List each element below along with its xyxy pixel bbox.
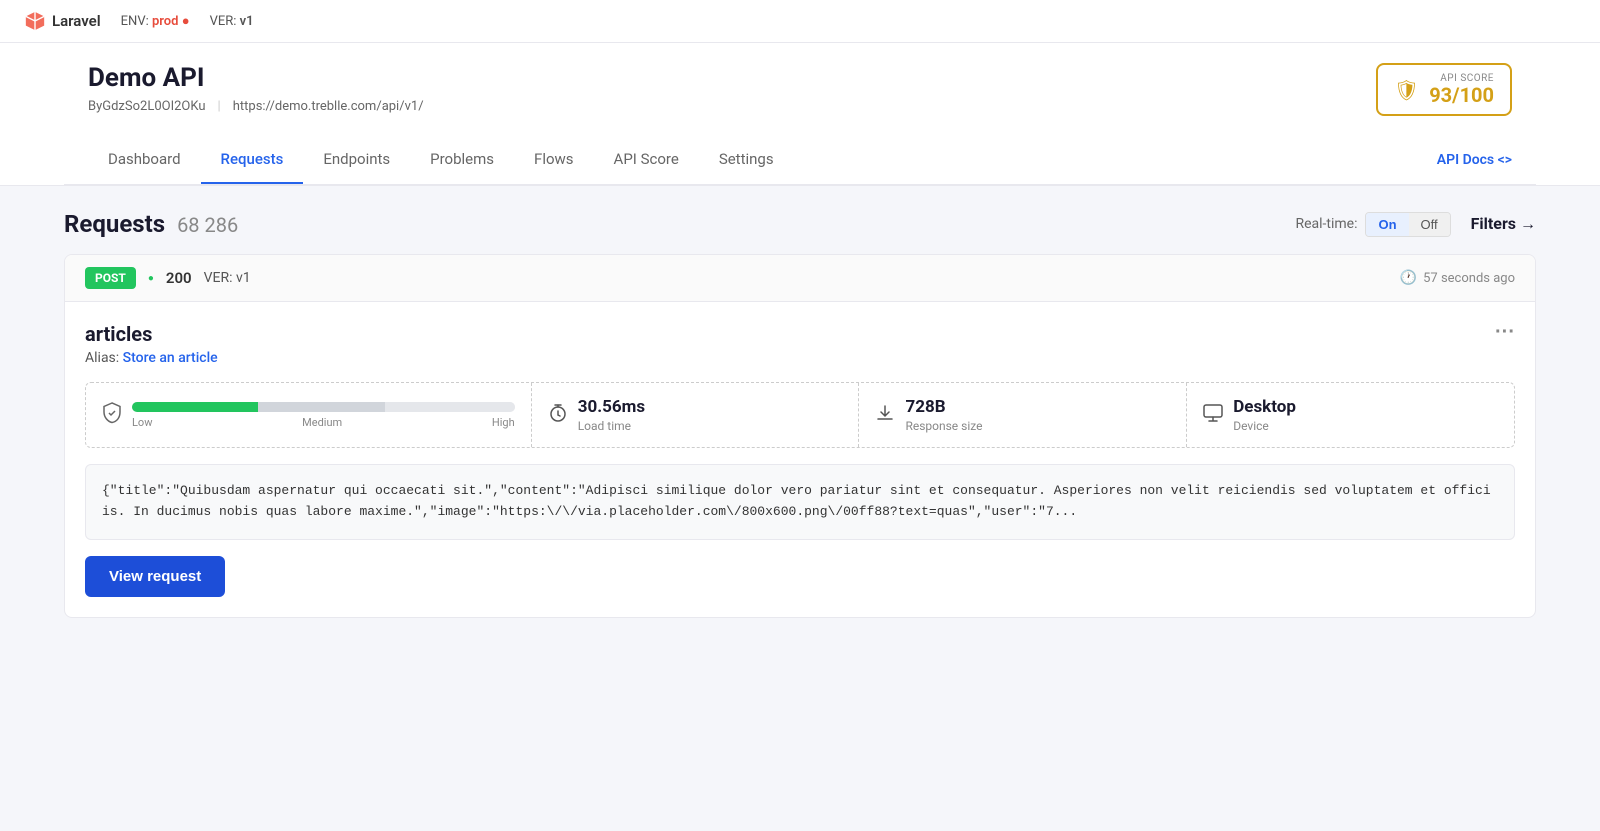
bar-mid xyxy=(258,402,384,412)
api-score-badge: 🛡 API SCORE 93/100 xyxy=(1376,63,1512,116)
load-time-metric: 30.56ms Load time xyxy=(532,383,860,447)
logo-text: Laravel xyxy=(52,12,101,30)
time-ago-text: 57 seconds ago xyxy=(1423,271,1515,286)
score-shield-icon: 🛡 xyxy=(1394,78,1419,102)
bar-labels: Low Medium High xyxy=(132,416,515,429)
request-header-left: POST ● 200 VER: v1 xyxy=(85,267,251,289)
download-icon xyxy=(875,403,895,428)
status-code: 200 xyxy=(166,269,192,287)
tab-flows[interactable]: Flows xyxy=(514,136,594,184)
request-card-header: POST ● 200 VER: v1 🕐 57 seconds ago xyxy=(65,255,1535,302)
security-icon xyxy=(102,402,122,429)
ver-label: VER: xyxy=(210,14,237,29)
load-time-info: 30.56ms Load time xyxy=(578,397,843,433)
method-badge: POST xyxy=(85,267,136,289)
clock-icon: 🕐 xyxy=(1400,270,1417,286)
content-area: Requests 68 286 Real-time: On Off Filter… xyxy=(0,186,1600,642)
requests-controls: Real-time: On Off Filters → xyxy=(1295,212,1536,237)
request-body: articles Alias: Store an article ··· xyxy=(65,302,1535,617)
endpoint-info: articles Alias: Store an article xyxy=(85,322,218,382)
realtime-label: Real-time: xyxy=(1295,216,1357,232)
alias-line: Alias: Store an article xyxy=(85,350,218,366)
laravel-logo xyxy=(24,10,46,32)
security-bar-track xyxy=(132,402,515,412)
device-metric: Desktop Device xyxy=(1187,383,1514,447)
api-docs-link[interactable]: API Docs <> xyxy=(1437,152,1512,168)
score-info: API SCORE 93/100 xyxy=(1429,73,1494,106)
realtime-off-button[interactable]: Off xyxy=(1409,213,1450,236)
request-code-block: {"title":"Quibusdam aspernatur qui occae… xyxy=(85,464,1515,540)
realtime-group: Real-time: On Off xyxy=(1295,212,1450,237)
requests-title: Requests xyxy=(64,210,165,238)
env-label: ENV: xyxy=(121,14,149,29)
api-title: Demo API xyxy=(88,63,424,93)
response-size-metric: 728B Response size xyxy=(859,383,1187,447)
response-size-label: Response size xyxy=(905,419,1170,433)
api-id: ByGdzSo2L0OI2OKu xyxy=(88,99,206,114)
time-ago: 🕐 57 seconds ago xyxy=(1400,270,1515,286)
api-header: Demo API ByGdzSo2L0OI2OKu | https://demo… xyxy=(64,43,1536,120)
view-request-button[interactable]: View request xyxy=(85,556,225,597)
api-info: Demo API ByGdzSo2L0OI2OKu | https://demo… xyxy=(88,63,424,114)
bar-high xyxy=(385,402,515,412)
device-value: Desktop xyxy=(1233,397,1498,417)
api-meta: ByGdzSo2L0OI2OKu | https://demo.treblle.… xyxy=(88,99,424,114)
more-options-button[interactable]: ··· xyxy=(1495,322,1515,342)
tab-requests[interactable]: Requests xyxy=(201,136,304,184)
meta-separator: | xyxy=(218,99,221,114)
monitor-icon xyxy=(1203,404,1223,427)
requests-title-group: Requests 68 286 xyxy=(64,210,238,238)
nav-tabs-list: Dashboard Requests Endpoints Problems Fl… xyxy=(88,136,794,184)
tab-problems[interactable]: Problems xyxy=(410,136,514,184)
realtime-on-button[interactable]: On xyxy=(1366,213,1408,236)
load-time-label: Load time xyxy=(578,419,843,433)
score-value: 93/100 xyxy=(1429,84,1494,106)
request-card: POST ● 200 VER: v1 🕐 57 seconds ago arti… xyxy=(64,254,1536,618)
alias-value-text: Store an article xyxy=(123,350,218,366)
security-bar-group: Low Medium High xyxy=(132,402,515,429)
ver-info: VER: v1 xyxy=(210,14,254,29)
env-dot: ● xyxy=(182,14,190,29)
topbar: Laravel ENV: prod ● VER: v1 xyxy=(0,0,1600,43)
security-metric: Low Medium High xyxy=(86,383,532,447)
status-dot: ● xyxy=(148,273,154,284)
env-info: ENV: prod ● xyxy=(121,13,190,29)
requests-header: Requests 68 286 Real-time: On Off Filter… xyxy=(64,210,1536,238)
filters-button[interactable]: Filters → xyxy=(1471,214,1536,234)
main-content: Requests 68 286 Real-time: On Off Filter… xyxy=(40,210,1560,618)
load-time-value: 30.56ms xyxy=(578,397,843,417)
tab-endpoints[interactable]: Endpoints xyxy=(303,136,410,184)
bar-low xyxy=(132,402,258,412)
realtime-toggle: On Off xyxy=(1365,212,1450,237)
alias-label: Alias: xyxy=(85,350,123,366)
requests-count: 68 286 xyxy=(177,213,238,237)
logo: Laravel xyxy=(24,10,101,32)
tab-dashboard[interactable]: Dashboard xyxy=(88,136,201,184)
nav-tabs: Dashboard Requests Endpoints Problems Fl… xyxy=(64,136,1536,185)
api-url: https://demo.treblle.com/api/v1/ xyxy=(233,99,424,114)
device-label: Device xyxy=(1233,419,1498,433)
version-tag: VER: v1 xyxy=(204,270,251,286)
response-size-info: 728B Response size xyxy=(905,397,1170,433)
response-size-value: 728B xyxy=(905,397,1170,417)
bar-label-low: Low xyxy=(132,416,152,429)
env-value: prod xyxy=(152,14,179,29)
bar-label-high: High xyxy=(492,416,515,429)
tab-settings[interactable]: Settings xyxy=(699,136,794,184)
metrics-row: Low Medium High xyxy=(85,382,1515,448)
timer-icon xyxy=(548,403,568,428)
ver-value: v1 xyxy=(240,14,254,29)
bar-label-medium: Medium xyxy=(302,416,342,429)
tab-api-score[interactable]: API Score xyxy=(594,136,699,184)
device-info: Desktop Device xyxy=(1233,397,1498,433)
endpoint-name: articles xyxy=(85,322,218,346)
